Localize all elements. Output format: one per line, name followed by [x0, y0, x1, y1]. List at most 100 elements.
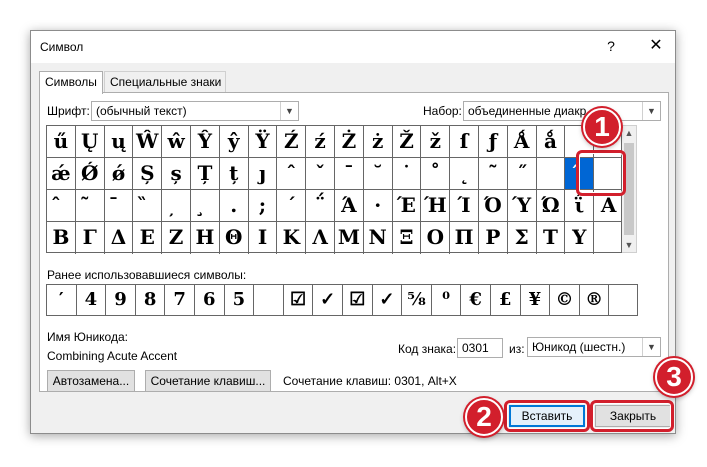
symbol-cell[interactable]: ˇ — [306, 158, 335, 190]
symbol-cell[interactable]: Ό — [479, 190, 508, 222]
symbol-cell[interactable]: Ŵ — [133, 126, 163, 158]
symbol-cell[interactable]: Ż — [335, 126, 364, 158]
recent-symbol-cell[interactable]: 9 — [106, 285, 136, 316]
symbol-cell[interactable]: ƒ — [479, 126, 508, 158]
symbol-cell[interactable]: ș — [162, 158, 191, 190]
symbol-cell[interactable]: Π — [450, 222, 479, 254]
symbol-cell[interactable]: Β — [47, 222, 76, 254]
symbol-cell[interactable]: ̄ — [104, 190, 134, 222]
recent-symbol-cell[interactable]: ☑ — [343, 285, 373, 316]
symbol-cell[interactable]: Ώ — [536, 190, 566, 222]
symbol-cell[interactable]: ǿ — [104, 158, 134, 190]
symbol-cell[interactable]: Ρ — [479, 222, 508, 254]
close-icon[interactable]: ✕ — [643, 34, 669, 58]
symbol-cell[interactable]: Δ — [105, 222, 134, 254]
symbol-cell[interactable]: ǽ — [47, 158, 76, 190]
symbol-cell[interactable]: ̦ — [162, 190, 191, 222]
recent-symbol-cell[interactable]: £ — [491, 285, 521, 316]
scroll-down-icon[interactable]: ▼ — [622, 238, 636, 252]
symbol-cell[interactable]: Τ — [537, 222, 566, 254]
recent-symbol-cell[interactable]: 8 — [136, 285, 166, 316]
from-select[interactable]: Юникод (шестн.) ▼ — [527, 337, 661, 357]
symbol-cell[interactable]: ǻ — [536, 126, 566, 158]
symbol-cell[interactable]: Ύ — [507, 190, 537, 222]
symbol-cell[interactable]: Ζ — [162, 222, 191, 254]
symbol-cell[interactable]: Ε — [133, 222, 163, 254]
symbol-cell[interactable]: ̧ — [191, 190, 220, 222]
recent-symbol-cell[interactable]: 7 — [165, 285, 195, 316]
symbol-cell[interactable]: ȷ — [248, 158, 278, 190]
symbol-cell[interactable] — [594, 222, 623, 254]
scroll-up-icon[interactable]: ▲ — [622, 126, 636, 140]
symbol-cell[interactable]: Ν — [364, 222, 393, 254]
symbol-cell[interactable]: Κ — [277, 222, 307, 254]
symbol-cell[interactable]: ŷ — [219, 126, 249, 158]
symbol-cell[interactable]: Ξ — [393, 222, 422, 254]
symbol-cell[interactable]: ű — [47, 126, 76, 158]
symbol-cell[interactable]: Λ — [306, 222, 335, 254]
symbol-cell[interactable]: ˝ — [507, 158, 537, 190]
recent-symbol-cell[interactable]: 6 — [195, 285, 225, 316]
symbol-cell[interactable]: Ί — [450, 190, 479, 222]
symbol-cell[interactable]: Ź — [277, 126, 307, 158]
symbol-cell[interactable]: Ή — [421, 190, 451, 222]
recent-symbol-cell[interactable]: ® — [580, 285, 610, 316]
chevron-down-icon[interactable]: ▼ — [642, 338, 660, 356]
symbol-cell[interactable]: ŵ — [162, 126, 191, 158]
symbol-cell[interactable]: Ž — [392, 126, 422, 158]
symbol-cell[interactable] — [536, 158, 566, 190]
char-code-input[interactable]: 0301 — [457, 338, 503, 358]
symbol-cell[interactable]: ; — [248, 190, 278, 222]
symbol-cell[interactable]: ź — [306, 126, 335, 158]
recent-symbol-cell[interactable]: ✓ — [313, 285, 343, 316]
symbol-cell[interactable]: ˘ — [363, 158, 393, 190]
symbol-cell[interactable]: . — [219, 190, 249, 222]
autocorrect-button[interactable]: Автозамена... — [47, 370, 135, 392]
symbol-cell[interactable]: Ά — [335, 190, 364, 222]
symbol-cell[interactable]: Ŷ — [191, 126, 220, 158]
recent-symbol-cell[interactable]: © — [550, 285, 580, 316]
symbol-cell[interactable]: Ÿ — [248, 126, 278, 158]
recent-symbol-cell[interactable]: ¥ — [521, 285, 551, 316]
symbol-cell[interactable]: Η — [191, 222, 220, 254]
symbol-cell[interactable]: · — [363, 190, 393, 222]
recent-symbol-cell[interactable]: € — [461, 285, 491, 316]
subset-select[interactable]: объединенные диакр. ▼ — [463, 101, 661, 121]
font-select[interactable]: (обычный текст) ▼ — [91, 101, 299, 121]
symbol-cell[interactable]: Ǻ — [507, 126, 537, 158]
symbol-cell[interactable]: ̂ — [47, 190, 76, 222]
symbol-cell[interactable]: ˜ — [479, 158, 508, 190]
symbol-cell[interactable]: Ο — [421, 222, 451, 254]
symbol-cell[interactable]: ż — [363, 126, 393, 158]
chevron-down-icon[interactable]: ▼ — [280, 102, 298, 120]
recent-symbol-cell[interactable]: ′ — [47, 285, 77, 316]
symbol-cell[interactable]: Ț — [191, 158, 220, 190]
tab-special-characters[interactable]: Специальные знаки — [104, 71, 226, 92]
symbol-cell[interactable]: ų — [104, 126, 134, 158]
recent-symbol-cell[interactable]: ☑ — [284, 285, 314, 316]
recent-symbol-cell[interactable]: 5 — [225, 285, 255, 316]
help-icon[interactable]: ? — [599, 34, 623, 58]
shortcut-key-button[interactable]: Сочетание клавиш... — [145, 370, 271, 392]
recent-symbol-cell[interactable]: 4 — [77, 285, 107, 316]
symbol-cell[interactable]: Γ — [76, 222, 105, 254]
symbol-cell[interactable]: ž — [421, 126, 451, 158]
symbol-cell[interactable]: ˉ — [335, 158, 364, 190]
symbol-cell[interactable]: ț — [219, 158, 249, 190]
chevron-down-icon[interactable]: ▼ — [642, 102, 660, 120]
symbol-cell[interactable]: ˙ — [392, 158, 422, 190]
symbol-cell[interactable]: ̃ — [75, 190, 105, 222]
symbol-cell[interactable]: ΅ — [306, 190, 335, 222]
symbol-cell[interactable]: ˛ — [450, 158, 479, 190]
symbol-cell[interactable]: Έ — [392, 190, 422, 222]
symbol-cell[interactable]: ̏ — [133, 190, 163, 222]
recent-symbol-cell[interactable] — [609, 285, 639, 316]
recent-symbol-cell[interactable]: ✓ — [373, 285, 403, 316]
symbol-cell[interactable]: Σ — [508, 222, 537, 254]
recent-symbol-cell[interactable]: ⁰ — [432, 285, 462, 316]
symbol-cell[interactable]: ˚ — [421, 158, 451, 190]
symbol-cell[interactable]: Ų — [75, 126, 105, 158]
symbol-cell[interactable]: ΄ — [277, 190, 307, 222]
symbol-cell[interactable]: ſ — [450, 126, 479, 158]
symbol-cell[interactable]: Μ — [335, 222, 364, 254]
